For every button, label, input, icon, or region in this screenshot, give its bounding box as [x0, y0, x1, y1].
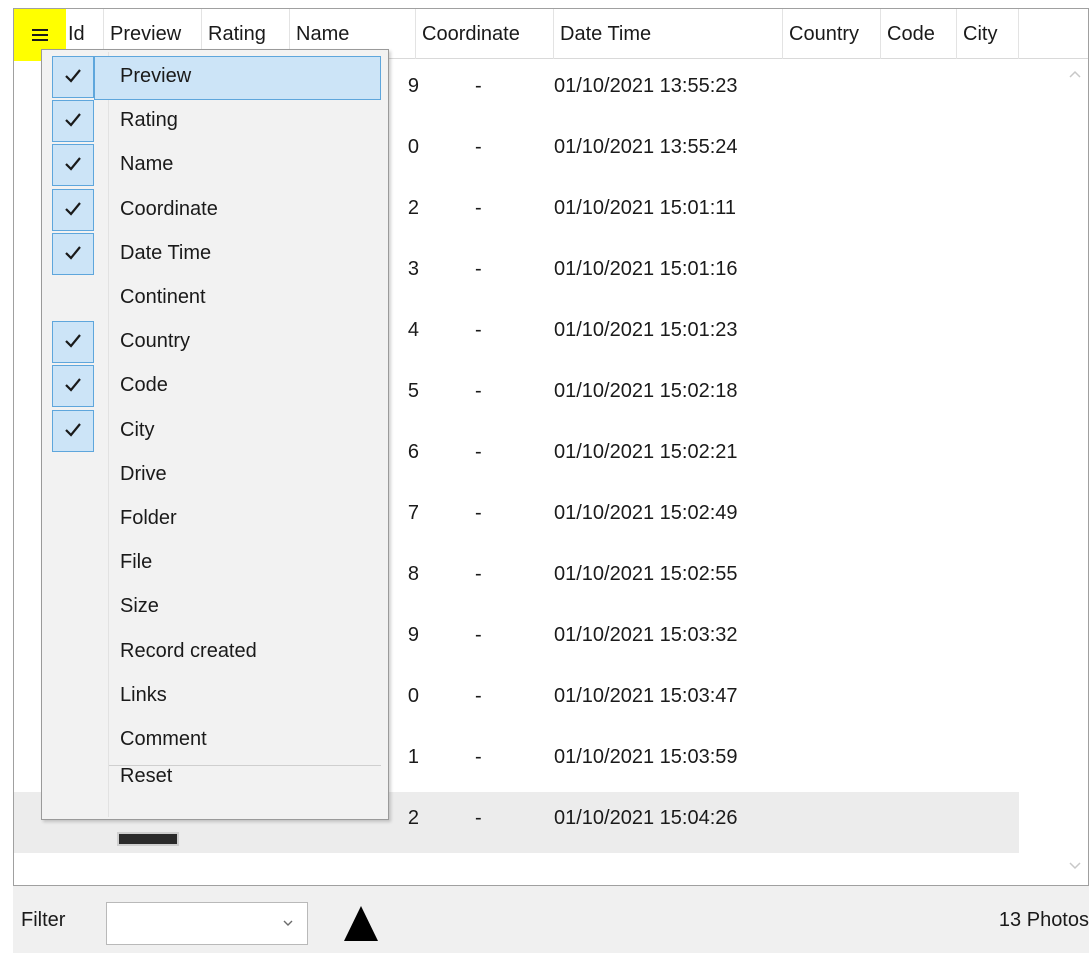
- cell-date-time: 01/10/2021 15:02:55: [554, 563, 738, 585]
- cell-date-time: 01/10/2021 15:02:21: [554, 441, 738, 463]
- cell-id: 2: [407, 807, 419, 829]
- menu-item-rating[interactable]: Rating: [44, 98, 386, 143]
- cell-coordinate: -: [475, 502, 482, 524]
- menu-item-label: Size: [120, 595, 159, 618]
- menu-item-label: Rating: [120, 109, 178, 132]
- cell-date-time: 01/10/2021 15:01:11: [554, 197, 737, 219]
- menu-item-record-created[interactable]: Record created: [44, 629, 386, 673]
- triangle-up-icon[interactable]: [343, 904, 379, 942]
- column-header-city[interactable]: City: [957, 9, 1019, 59]
- cell-id: 0: [407, 685, 419, 707]
- cell-date-time: 01/10/2021 13:55:24: [554, 136, 738, 158]
- cell-coordinate: -: [475, 136, 482, 158]
- menu-item-country[interactable]: Country: [44, 319, 386, 364]
- menu-item-name[interactable]: Name: [44, 142, 386, 187]
- menu-item-city[interactable]: City: [44, 408, 386, 452]
- menu-item-label: Links: [120, 683, 167, 706]
- menu-item-size[interactable]: Size: [44, 584, 386, 628]
- photo-count: 13 Photos: [998, 909, 1089, 931]
- status-bar: Filter 13 Photos: [13, 886, 1089, 953]
- menu-item-comment[interactable]: Comment: [44, 717, 386, 761]
- cell-id: 9: [407, 624, 419, 646]
- cell-id: 6: [407, 441, 419, 463]
- menu-item-date-time[interactable]: Date Time: [44, 231, 386, 275]
- filter-label: Filter: [21, 909, 66, 931]
- menu-item-code[interactable]: Code: [44, 363, 386, 408]
- cell-coordinate: -: [475, 75, 482, 97]
- cell-id: 1: [407, 746, 419, 768]
- scroll-up-icon[interactable]: [1068, 67, 1082, 81]
- menu-item-label: File: [120, 551, 153, 574]
- column-header-date-time[interactable]: Date Time: [554, 9, 783, 59]
- cell-date-time: 01/10/2021 15:03:47: [554, 685, 738, 707]
- cell-coordinate: -: [475, 197, 482, 219]
- filter-dropdown[interactable]: [106, 902, 308, 945]
- cell-date-time: 01/10/2021 15:03:32: [554, 624, 738, 646]
- cell-id: 5: [407, 380, 419, 402]
- cell-id: 2: [407, 197, 419, 219]
- menu-item-drive[interactable]: Drive: [44, 452, 386, 496]
- cell-id: 8: [407, 563, 419, 585]
- menu-item-label: City: [120, 418, 155, 441]
- checkmark-icon: [52, 100, 94, 143]
- menu-item-coordinate[interactable]: Coordinate: [44, 187, 386, 231]
- scroll-down-icon[interactable]: [1068, 859, 1082, 873]
- cell-date-time: 01/10/2021 15:02:18: [554, 380, 738, 402]
- checkmark-icon: [52, 232, 94, 275]
- menu-item-label: Code: [120, 374, 168, 397]
- menu-item-file[interactable]: File: [44, 540, 386, 584]
- cell-id: 9: [407, 75, 419, 97]
- cell-coordinate: -: [475, 624, 482, 646]
- cell-coordinate: -: [475, 746, 482, 768]
- hamburger-icon: [32, 29, 48, 41]
- menu-item-label: Folder: [120, 507, 177, 529]
- checkmark-icon: [52, 56, 94, 98]
- cell-date-time: 01/10/2021 15:03:59: [554, 746, 738, 768]
- column-visibility-menu: Preview Rating Name Coordinate Date Time Cont…: [41, 49, 389, 820]
- column-header-coordinate[interactable]: Coordinate: [416, 9, 554, 59]
- menu-item-label: Record created: [120, 639, 257, 662]
- cell-date-time: 01/10/2021 15:01:23: [554, 319, 738, 341]
- cell-coordinate: -: [475, 380, 482, 402]
- vertical-scrollbar[interactable]: [1062, 59, 1088, 885]
- menu-item-label: Country: [120, 330, 191, 353]
- checkmark-icon: [52, 409, 94, 452]
- cell-date-time: 01/10/2021 15:04:26: [554, 807, 738, 829]
- menu-item-links[interactable]: Links: [44, 673, 386, 717]
- menu-item-label: Coordinate: [120, 197, 218, 220]
- menu-item-preview[interactable]: Preview: [44, 54, 386, 100]
- checkmark-icon: [52, 188, 94, 231]
- cell-date-time: 01/10/2021 15:01:16: [554, 258, 738, 280]
- menu-item-reset[interactable]: Reset: [44, 765, 386, 866]
- cell-id: 3: [407, 258, 419, 280]
- menu-item-label: Name: [120, 153, 174, 176]
- cell-coordinate: -: [475, 441, 482, 463]
- cell-coordinate: -: [475, 563, 482, 585]
- menu-item-label: Reset: [120, 765, 173, 787]
- column-header-code[interactable]: Code: [881, 9, 957, 59]
- column-header-country[interactable]: Country: [783, 9, 881, 59]
- cell-coordinate: -: [475, 807, 482, 829]
- menu-item-continent[interactable]: Continent: [44, 275, 386, 319]
- menu-item-folder[interactable]: Folder: [44, 496, 386, 540]
- cell-id: 4: [407, 319, 419, 341]
- cell-date-time: 01/10/2021 13:55:23: [554, 75, 738, 97]
- menu-item-label: Continent: [120, 286, 206, 308]
- chevron-down-icon: [283, 920, 293, 926]
- cell-coordinate: -: [475, 319, 482, 341]
- cell-id: 0: [407, 136, 419, 158]
- cell-id: 7: [407, 502, 419, 524]
- cell-coordinate: -: [475, 258, 482, 280]
- checkmark-icon: [52, 365, 94, 408]
- checkmark-icon: [52, 321, 94, 364]
- cell-date-time: 01/10/2021 15:02:49: [554, 502, 738, 524]
- menu-item-label: Drive: [120, 462, 167, 485]
- cell-coordinate: -: [475, 685, 482, 707]
- checkmark-icon: [52, 144, 94, 187]
- menu-item-label: Preview: [120, 65, 192, 87]
- menu-item-label: Date Time: [120, 241, 212, 264]
